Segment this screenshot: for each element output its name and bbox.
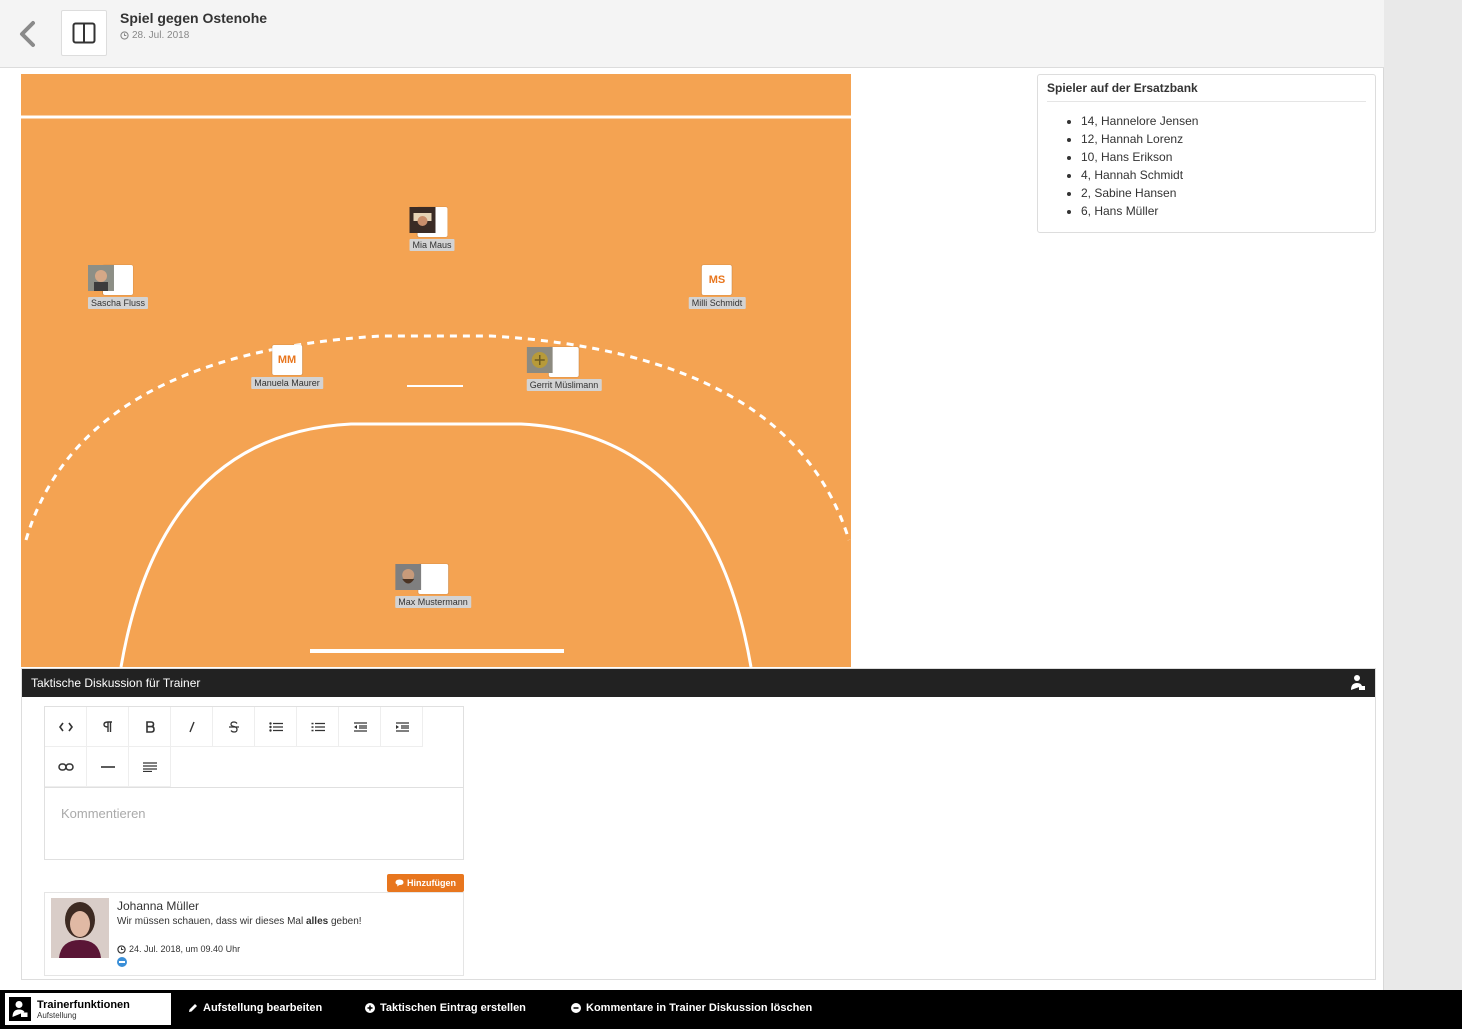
page-title: Spiel gegen Ostenohe [120,10,268,26]
comment-item: Johanna Müller Wir müssen schauen, dass … [44,892,464,976]
bold-icon [145,720,155,733]
trainer-icon [1350,674,1366,694]
player-name: Max Mustermann [395,596,471,608]
bench-title: Spieler auf der Ersatzbank [1047,81,1366,102]
player-name: Milli Schmidt [688,297,746,309]
player-marker[interactable]: Mia Maus [409,207,455,251]
comment-placeholder: Kommentieren [61,806,146,821]
strikethrough-icon [228,720,239,733]
plus-circle-icon [365,1003,375,1013]
trainer-functions-tab[interactable]: Trainerfunktionen Aufstellung [5,993,171,1025]
player-name: Mia Maus [409,239,455,251]
discussion-header: Taktische Diskussion für Trainer [22,669,1375,697]
bench-player: 6, Hans Müller [1081,202,1375,220]
numbered-list-button[interactable] [297,707,339,747]
comment-author: Johanna Müller [117,899,200,913]
bottom-action-bar: Trainerfunktionen Aufstellung Aufstellun… [0,990,1462,1029]
bench-player: 12, Hannah Lorenz [1081,130,1375,148]
app-window: Spiel gegen Ostenohe 28. Jul. 2018 Mia M… [0,0,1384,990]
pilcrow-icon [102,720,112,732]
outdent-icon [353,721,367,732]
pencil-icon [189,1004,197,1012]
bench-panel: Spieler auf der Ersatzbank 14, Hannelore… [1037,74,1376,233]
back-button[interactable] [18,20,46,52]
tab-title: Trainerfunktionen [37,998,130,1011]
date-text: 28. Jul. 2018 [132,30,190,41]
page-header: Spiel gegen Ostenohe 28. Jul. 2018 [0,0,1384,68]
player-photo [526,347,579,377]
add-comment-label: Hinzufügen [407,878,456,888]
bench-player: 14, Hannelore Jensen [1081,112,1375,130]
split-view-icon [72,22,96,44]
indent-button[interactable] [381,707,423,747]
player-marker[interactable]: Gerrit Müslimann [526,347,602,391]
player-marker[interactable]: Max Mustermann [395,564,471,608]
comment-time: 24. Jul. 2018, um 09.40 Uhr [117,944,240,954]
player-initials: MS [701,265,732,295]
create-tactic-label: Taktischen Eintrag erstellen [380,1002,526,1014]
italic-button[interactable] [171,707,213,747]
bullet-list-button[interactable] [255,707,297,747]
player-name: Sascha Fluss [87,297,149,309]
create-tactic-button[interactable]: Taktischen Eintrag erstellen [365,1002,526,1014]
paragraph-button[interactable] [87,707,129,747]
player-name: Gerrit Müslimann [526,379,602,391]
strikethrough-button[interactable] [213,707,255,747]
edit-lineup-label: Aufstellung bearbeiten [203,1002,323,1014]
discussion-title: Taktische Diskussion für Trainer [31,676,201,690]
horizontal-rule-button[interactable] [87,747,129,787]
code-icon [58,722,73,731]
tab-subtitle: Aufstellung [37,1010,77,1020]
align-button[interactable] [129,747,171,787]
link-icon [57,762,74,771]
outdent-button[interactable] [339,707,381,747]
horizontal-rule-icon [100,765,115,768]
trainer-icon [9,997,31,1021]
bullet-list-icon [268,721,283,732]
bench-player: 4, Hannah Schmidt [1081,166,1375,184]
page-gutter [1384,0,1462,990]
bench-player: 2, Sabine Hansen [1081,184,1375,202]
chevron-left-icon [20,21,35,47]
player-photo [87,265,133,295]
bench-list: 14, Hannelore Jensen 12, Hannah Lorenz 1… [1081,112,1375,220]
editor-toolbar [44,706,464,788]
page-date: 28. Jul. 2018 [120,30,189,41]
comment-input[interactable]: Kommentieren [44,788,464,860]
player-initials: MM [272,345,302,375]
comment-text: Wir müssen schauen, dass wir dieses Mal … [117,916,362,927]
player-photo [395,564,448,594]
code-view-button[interactable] [45,707,87,747]
minus-circle-icon [571,1003,581,1013]
indent-icon [395,721,409,732]
player-name: Manuela Maurer [251,377,323,389]
speech-bubble-icon [395,879,404,887]
clock-icon [120,31,129,40]
toggle-layout-button[interactable] [61,10,107,56]
link-button[interactable] [45,747,87,787]
avatar [51,898,109,958]
delete-comments-button[interactable]: Kommentare in Trainer Diskussion löschen [571,1002,812,1014]
edit-lineup-button[interactable]: Aufstellung bearbeiten [188,1002,322,1014]
clock-icon [117,944,126,954]
numbered-list-icon [311,722,325,731]
player-marker[interactable]: MS Milli Schmidt [688,265,746,309]
remove-comment-icon[interactable] [117,957,127,967]
delete-comments-label: Kommentare in Trainer Diskussion löschen [586,1002,813,1014]
italic-icon [188,721,195,732]
player-photo [409,207,447,237]
comment-time-text: 24. Jul. 2018, um 09.40 Uhr [129,944,241,954]
align-left-icon [142,761,157,772]
player-marker[interactable]: Sascha Fluss [87,265,149,309]
bold-button[interactable] [129,707,171,747]
trainer-discussion-panel: Taktische Diskussion für Trainer Komment… [21,668,1376,980]
add-comment-button[interactable]: Hinzufügen [387,874,464,892]
player-marker[interactable]: MM Manuela Maurer [251,345,323,389]
handball-court: Mia Maus Sascha Fluss MS Milli Schmidt M… [21,74,851,667]
bench-player: 10, Hans Erikson [1081,148,1375,166]
